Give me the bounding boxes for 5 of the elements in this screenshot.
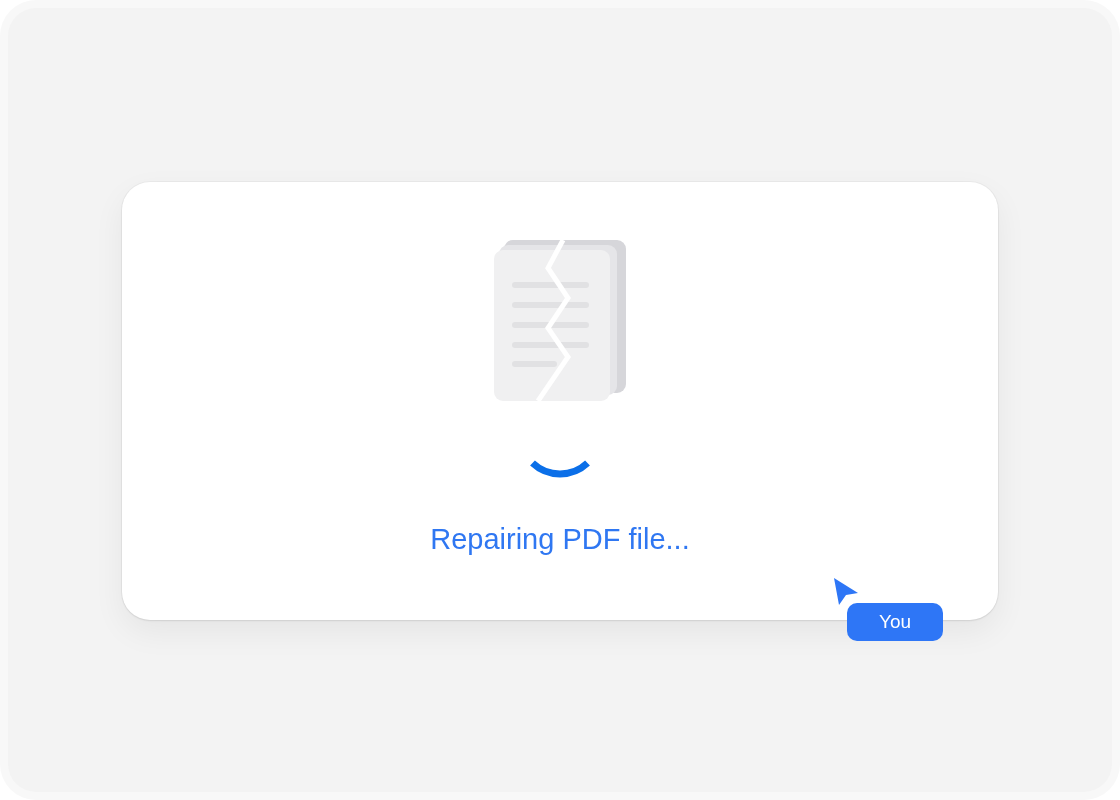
broken-document-icon — [494, 240, 626, 401]
status-message: Repairing PDF file... — [430, 522, 690, 557]
user-name-tag: You — [847, 603, 943, 641]
cursor-arrow-icon — [834, 578, 858, 605]
loading-spinner-icon — [527, 459, 593, 479]
